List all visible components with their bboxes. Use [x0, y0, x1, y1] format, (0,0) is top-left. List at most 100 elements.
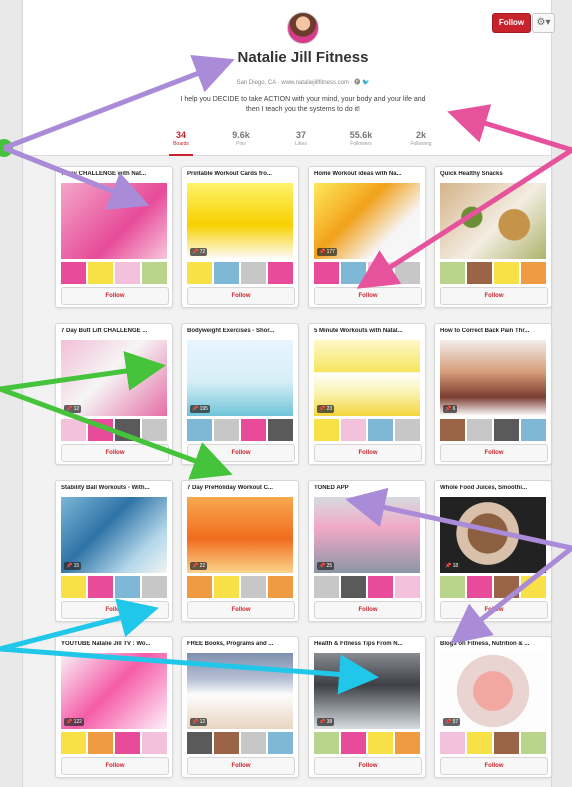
thumbnail[interactable]: [521, 419, 546, 441]
board-cover-image[interactable]: 📌 15: [61, 497, 167, 573]
board-title[interactable]: Quick Healthy Snacks: [440, 171, 546, 181]
board-card[interactable]: FREE Books, Programs and ... 📌 12 Follow: [181, 636, 299, 778]
board-follow-button[interactable]: Follow: [440, 287, 548, 305]
thumbnail[interactable]: [187, 732, 212, 754]
board-follow-button[interactable]: Follow: [440, 757, 548, 775]
board-title[interactable]: Health & Fitness Tips From N...: [314, 641, 420, 651]
board-cover-image[interactable]: 📌 72: [187, 183, 293, 259]
profile-avatar[interactable]: [287, 12, 319, 44]
thumbnail[interactable]: [142, 419, 167, 441]
thumbnail[interactable]: [214, 262, 239, 284]
board-title[interactable]: Blogs on Fitness, Nutrition & ...: [440, 641, 546, 651]
thumbnail[interactable]: [241, 576, 266, 598]
thumbnail[interactable]: [368, 576, 393, 598]
stat-likes[interactable]: 37 Likes: [271, 130, 331, 152]
board-cover-image[interactable]: 📌 12: [61, 340, 167, 416]
thumbnail[interactable]: [187, 576, 212, 598]
board-card[interactable]: TONED APP 📌 25 Follow: [308, 480, 426, 622]
board-cover-image[interactable]: 📌 12: [187, 653, 293, 729]
thumbnail[interactable]: [467, 262, 492, 284]
board-follow-button[interactable]: Follow: [314, 444, 422, 462]
board-title[interactable]: Bodyweight Exercises - Shor...: [187, 328, 293, 338]
board-card[interactable]: Printable Workout Cards fro... 📌 72 Foll…: [181, 166, 299, 308]
thumbnail[interactable]: [395, 419, 420, 441]
thumbnail[interactable]: [268, 732, 293, 754]
profile-follow-button[interactable]: Follow: [492, 13, 531, 33]
board-card[interactable]: 7 Day Butt Lift CHALLENGE ... 📌 12 Follo…: [55, 323, 173, 465]
thumbnail[interactable]: [115, 732, 140, 754]
board-follow-button[interactable]: Follow: [440, 601, 548, 619]
board-card[interactable]: Blogs on Fitness, Nutrition & ... 📌 57 F…: [434, 636, 552, 778]
thumbnail[interactable]: [142, 576, 167, 598]
thumbnail[interactable]: [88, 576, 113, 598]
board-cover-image[interactable]: 📌 195: [187, 340, 293, 416]
board-follow-button[interactable]: Follow: [314, 601, 422, 619]
thumbnail[interactable]: [314, 262, 339, 284]
board-cover-image[interactable]: [61, 183, 167, 259]
thumbnail[interactable]: [187, 262, 212, 284]
board-title[interactable]: How to Correct Back Pain Thr...: [440, 328, 546, 338]
thumbnail[interactable]: [494, 576, 519, 598]
thumbnail[interactable]: [268, 576, 293, 598]
thumbnail[interactable]: [88, 262, 113, 284]
thumbnail[interactable]: [395, 262, 420, 284]
board-follow-button[interactable]: Follow: [61, 601, 169, 619]
board-title[interactable]: TONED APP: [314, 485, 420, 495]
thumbnail[interactable]: [115, 419, 140, 441]
thumbnail[interactable]: [214, 732, 239, 754]
thumbnail[interactable]: [61, 576, 86, 598]
board-title[interactable]: Printable Workout Cards fro...: [187, 171, 293, 181]
thumbnail[interactable]: [494, 419, 519, 441]
board-title[interactable]: 5 Minute Workouts with Natal...: [314, 328, 420, 338]
thumbnail[interactable]: [368, 262, 393, 284]
thumbnail[interactable]: [494, 262, 519, 284]
thumbnail[interactable]: [88, 732, 113, 754]
board-title[interactable]: Whole Food Juices, Smoothi...: [440, 485, 546, 495]
board-title[interactable]: 7 Day PreHoliday Workout C...: [187, 485, 293, 495]
thumbnail[interactable]: [115, 262, 140, 284]
thumbnail[interactable]: [467, 576, 492, 598]
thumbnail[interactable]: [61, 419, 86, 441]
thumbnail[interactable]: [368, 419, 393, 441]
thumbnail[interactable]: [440, 262, 465, 284]
board-cover-image[interactable]: 📌 18: [440, 497, 546, 573]
board-title[interactable]: 7 Day Butt Lift CHALLENGE ...: [61, 328, 167, 338]
board-follow-button[interactable]: Follow: [314, 287, 422, 305]
board-card[interactable]: 7 Day PreHoliday Workout C... 📌 22 Follo…: [181, 480, 299, 622]
board-card[interactable]: 7 Day CHALLENGE with Nat... Follow: [55, 166, 173, 308]
board-follow-button[interactable]: Follow: [187, 757, 295, 775]
board-card[interactable]: YOUTUBE Natalie Jill TV : Wo... 📌 122 Fo…: [55, 636, 173, 778]
thumbnail[interactable]: [115, 576, 140, 598]
thumbnail[interactable]: [142, 732, 167, 754]
thumbnail[interactable]: [341, 732, 366, 754]
board-card[interactable]: Health & Fitness Tips From N... 📌 38 Fol…: [308, 636, 426, 778]
gear-icon[interactable]: ⚙▾: [532, 13, 555, 33]
board-follow-button[interactable]: Follow: [187, 287, 295, 305]
board-cover-image[interactable]: 📌 23: [314, 340, 420, 416]
board-card[interactable]: Whole Food Juices, Smoothi... 📌 18 Follo…: [434, 480, 552, 622]
board-title[interactable]: FREE Books, Programs and ...: [187, 641, 293, 651]
thumbnail[interactable]: [241, 732, 266, 754]
thumbnail[interactable]: [341, 262, 366, 284]
thumbnail[interactable]: [440, 732, 465, 754]
board-cover-image[interactable]: 📌 38: [314, 653, 420, 729]
thumbnail[interactable]: [440, 576, 465, 598]
thumbnail[interactable]: [494, 732, 519, 754]
thumbnail[interactable]: [88, 419, 113, 441]
thumbnail[interactable]: [341, 419, 366, 441]
board-cover-image[interactable]: 📌 22: [187, 497, 293, 573]
thumbnail[interactable]: [214, 419, 239, 441]
thumbnail[interactable]: [395, 732, 420, 754]
thumbnail[interactable]: [467, 419, 492, 441]
board-title[interactable]: Home Workout ideas with Na...: [314, 171, 420, 181]
thumbnail[interactable]: [521, 732, 546, 754]
board-title[interactable]: YOUTUBE Natalie Jill TV : Wo...: [61, 641, 167, 651]
stat-following[interactable]: 2k Following: [391, 130, 451, 152]
board-title[interactable]: 7 Day CHALLENGE with Nat...: [61, 171, 167, 181]
thumbnail[interactable]: [440, 419, 465, 441]
board-card[interactable]: Stability Ball Workouts - With... 📌 15 F…: [55, 480, 173, 622]
thumbnail[interactable]: [368, 732, 393, 754]
thumbnail[interactable]: [314, 576, 339, 598]
board-follow-button[interactable]: Follow: [314, 757, 422, 775]
board-cover-image[interactable]: [440, 183, 546, 259]
